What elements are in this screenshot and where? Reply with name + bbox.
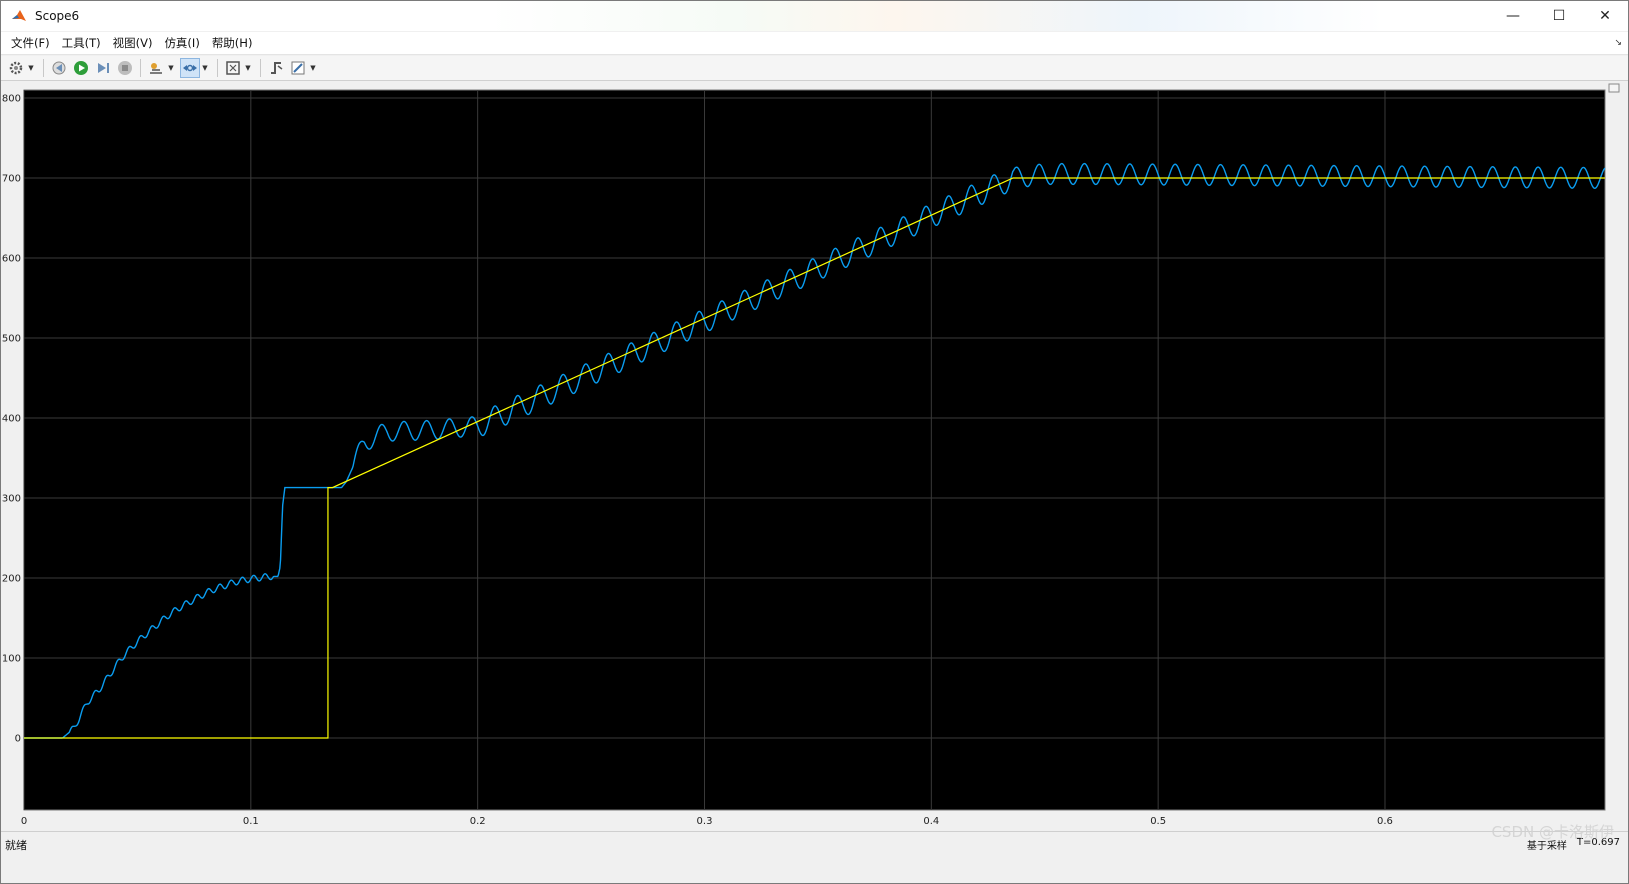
settings-dropdown-icon[interactable]: ▼ xyxy=(27,64,35,72)
menu-bar: 文件(F) 工具(T) 视图(V) 仿真(I) 帮助(H) ↘ xyxy=(1,32,1628,55)
fit-icon[interactable] xyxy=(223,58,243,78)
x-tick-label: 0.6 xyxy=(1377,816,1393,827)
maximize-button[interactable]: ☐ xyxy=(1536,1,1582,31)
window-title: Scope6 xyxy=(35,9,80,23)
y-tick-label: 200 xyxy=(2,574,21,585)
close-button[interactable]: ✕ xyxy=(1582,1,1628,31)
style-icon[interactable] xyxy=(288,58,308,78)
zoom-icon[interactable] xyxy=(180,58,200,78)
style-dropdown-icon[interactable]: ▼ xyxy=(309,64,317,72)
toolbar-separator xyxy=(43,59,44,77)
y-tick-label: 400 xyxy=(2,414,21,425)
window-bottom xyxy=(1,854,1628,883)
minimize-button[interactable]: — xyxy=(1490,1,1536,31)
matlab-logo-icon xyxy=(11,8,27,24)
toolbar-separator xyxy=(217,59,218,77)
csdn-watermark: CSDN @卡洛斯伊 xyxy=(1491,823,1614,841)
axes-expand-icon xyxy=(1608,83,1620,93)
step-forward-icon[interactable] xyxy=(93,58,113,78)
y-tick-label: 500 xyxy=(2,334,21,345)
stop-icon[interactable] xyxy=(115,58,135,78)
step-back-icon[interactable] xyxy=(49,58,69,78)
x-tick-label: 0 xyxy=(21,816,27,827)
x-tick-label: 0.4 xyxy=(923,816,939,827)
x-tick-label: 0.3 xyxy=(697,816,713,827)
menu-simulation[interactable]: 仿真(I) xyxy=(158,35,205,51)
scope-plot-area[interactable]: 0 0.1 0.2 0.3 0.4 0.5 0.6 0 100 200 300 400 500 600 70… xyxy=(1,82,1628,829)
x-tick-label: 0.1 xyxy=(243,816,259,827)
plot-background xyxy=(23,89,1606,811)
y-tick-label: 600 xyxy=(2,254,21,265)
status-bar: 就绪 基于采样 T=0.697 xyxy=(1,831,1628,854)
zoom-dropdown-icon[interactable]: ▼ xyxy=(201,64,209,72)
menu-view[interactable]: 视图(V) xyxy=(107,35,159,51)
status-ready-text: 就绪 xyxy=(5,839,27,852)
settings-icon[interactable] xyxy=(6,58,26,78)
x-tick-label: 0.5 xyxy=(1150,816,1166,827)
menu-help[interactable]: 帮助(H) xyxy=(206,35,259,51)
highlight-icon[interactable] xyxy=(146,58,166,78)
run-icon[interactable] xyxy=(71,58,91,78)
trigger-icon[interactable] xyxy=(266,58,286,78)
toolbar-separator xyxy=(260,59,261,77)
scope-window: Scope6 — ☐ ✕ 文件(F) 工具(T) 视图(V) 仿真(I) 帮助(… xyxy=(0,0,1629,884)
menu-tools[interactable]: 工具(T) xyxy=(56,35,107,51)
y-tick-label: 300 xyxy=(2,494,21,505)
highlight-dropdown-icon[interactable]: ▼ xyxy=(167,64,175,72)
menu-expand-icon[interactable]: ↘ xyxy=(1614,38,1622,48)
window-controls: — ☐ ✕ xyxy=(1490,1,1628,31)
y-tick-label: 700 xyxy=(2,174,21,185)
title-bar[interactable]: Scope6 — ☐ ✕ xyxy=(1,1,1628,31)
toolbar-separator xyxy=(140,59,141,77)
y-tick-label: 100 xyxy=(2,654,21,665)
menu-file[interactable]: 文件(F) xyxy=(5,35,56,51)
toolbar: ▼ ▼ ▼ ▼ ▼ xyxy=(1,56,1628,81)
y-tick-label: 800 xyxy=(2,94,21,105)
scope-plot[interactable]: 0 0.1 0.2 0.3 0.4 0.5 0.6 0 100 200 300 400 500 600 70… xyxy=(1,82,1628,829)
x-tick-label: 0.2 xyxy=(470,816,486,827)
y-tick-label: 0 xyxy=(15,734,21,745)
fit-dropdown-icon[interactable]: ▼ xyxy=(244,64,252,72)
